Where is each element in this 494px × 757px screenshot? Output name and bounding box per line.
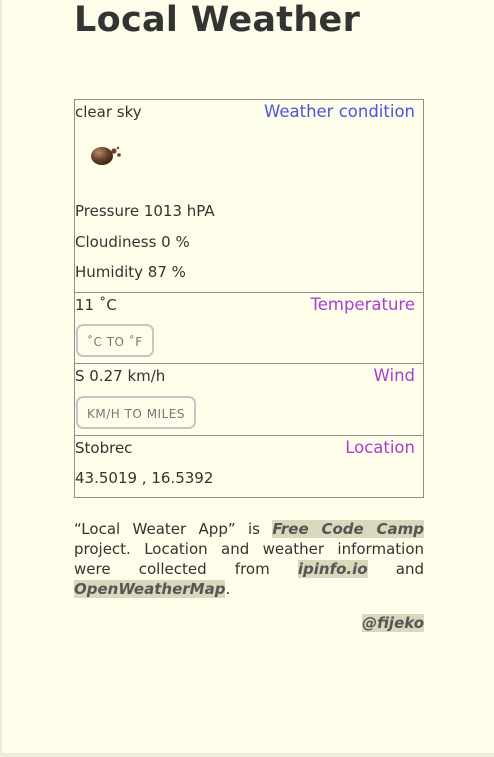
condition-section: clear sky Weather condition Pressure 101… <box>75 100 423 293</box>
wind-heading: Wind <box>373 366 415 385</box>
condition-heading: Weather condition <box>263 102 415 121</box>
temperature-heading: Temperature <box>310 295 415 314</box>
location-city: Stobrec <box>75 439 133 457</box>
ipinfo-link[interactable]: ipinfo.io <box>297 560 368 578</box>
celsius-to-fahrenheit-button[interactable]: ˚C TO ˚F <box>76 324 154 357</box>
location-section: Stobrec Location 43.5019 , 16.5392 <box>75 436 423 497</box>
author-credit-wrapper: @fijeko <box>362 613 424 633</box>
wind-section: S 0.27 km/h Wind KM/H TO MILES <box>75 364 423 436</box>
humidity-text: Humidity 87 % <box>75 263 186 281</box>
wind-value: S 0.27 km/h <box>75 367 166 385</box>
cloudiness-text: Cloudiness 0 % <box>75 233 190 251</box>
temperature-value: 11 ˚C <box>75 296 117 314</box>
temperature-section: 11 ˚C Temperature ˚C TO ˚F <box>75 293 423 364</box>
openweathermap-link[interactable]: OpenWeatherMap <box>74 580 226 598</box>
free-code-camp-link[interactable]: Free Code Camp <box>272 520 424 538</box>
condition-description: clear sky <box>75 103 142 121</box>
location-heading: Location <box>345 438 415 457</box>
pressure-text: Pressure 1013 hPA <box>75 202 215 220</box>
location-coordinates: 43.5019 , 16.5392 <box>75 469 214 487</box>
weather-panel: clear sky Weather condition Pressure 101… <box>74 99 424 498</box>
page-title: Local Weather <box>74 0 361 40</box>
author-credit-link[interactable]: @fijeko <box>362 614 424 632</box>
page-bottom-border <box>0 753 494 757</box>
clear-sky-weather-icon <box>89 141 123 167</box>
page-left-border <box>0 0 2 757</box>
kmh-to-miles-button[interactable]: KM/H TO MILES <box>76 396 196 429</box>
footer-text-1: “Local Weater App” is <box>74 520 273 538</box>
footer-text-4: . <box>225 580 231 598</box>
footer-note: “Local Weater App” is Free Code Camp pro… <box>74 519 424 599</box>
footer-text-3: and <box>367 560 424 578</box>
